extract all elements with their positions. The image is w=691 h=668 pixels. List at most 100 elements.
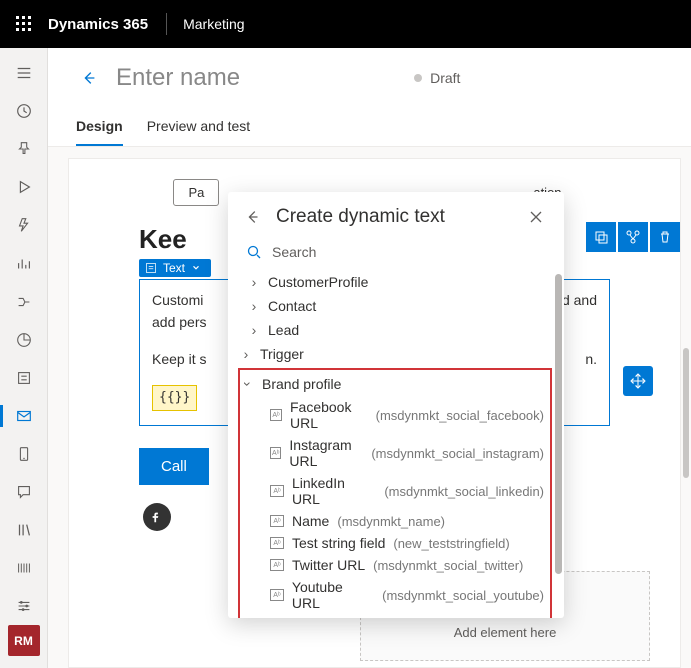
chevron-down-icon: › [240,378,256,390]
node-label: Brand profile [262,376,341,392]
selection-toolbar [586,222,680,252]
facebook-icon[interactable] [143,503,171,531]
barcode-icon[interactable] [0,549,48,587]
app-label[interactable]: Marketing [183,16,244,32]
panel-title: Create dynamic text [276,206,514,228]
field-instagram-url[interactable]: AᵇInstagram URL (msdynmkt_social_instagr… [240,434,550,472]
body-line1-left: Customi [152,290,203,312]
chat-icon[interactable] [0,473,48,511]
close-icon[interactable] [526,207,546,227]
field-test-string[interactable]: Aᵇ Test string field (new_teststringfield… [240,532,550,554]
avatar[interactable]: RM [8,625,40,655]
node-lead[interactable]: › Lead [234,318,558,342]
delete-icon[interactable] [650,222,680,252]
email-heading-left: Kee [139,224,187,255]
field-tech: (msdynmkt_social_youtube) [382,588,544,603]
field-label: Instagram URL [289,437,363,469]
form-icon[interactable] [0,359,48,397]
field-icon: Aᵇ [270,409,282,421]
body-line3-left: Keep it s [152,349,206,371]
brand-profile-highlight: › Brand profile Aᵇ Facebook URL (msdynmkt_… [238,368,552,618]
field-youtube-url[interactable]: Aᵇ Youtube URL (msdynmkt_social_youtube) [240,576,550,614]
move-handle-icon[interactable] [623,366,653,396]
trigger-icon[interactable] [0,206,48,244]
add-element-label: Add element here [454,625,557,640]
field-linkedin-url[interactable]: Aᵇ LinkedIn URL (msdynmkt_social_linkedin… [240,472,550,510]
node-label: Lead [268,322,299,338]
tab-bar: Design Preview and test [76,110,663,146]
field-label: LinkedIn URL [292,475,376,507]
node-brand-profile[interactable]: › Brand profile [240,372,550,396]
analytics-icon[interactable] [0,244,48,282]
text-element-badge[interactable]: Text [139,259,211,277]
node-trigger[interactable]: › Trigger [234,342,558,366]
search-input[interactable] [272,244,546,260]
chevron-right-icon: › [248,298,260,314]
canvas-button-left[interactable]: Pa [173,179,219,206]
page-header: Enter name Draft Design Preview and test [48,48,691,147]
left-nav-rail: RM [0,48,48,668]
panel-search[interactable] [228,240,564,270]
chevron-down-icon [191,263,201,273]
dynamic-token[interactable]: {{}} [152,385,197,411]
node-customer-profile[interactable]: › CustomerProfile [234,270,558,294]
page-title[interactable]: Enter name [116,64,240,92]
text-badge-label: Text [163,261,185,275]
field-icon: Aᵇ [270,447,281,459]
field-icon: Aᵇ [270,537,284,549]
field-icon: Aᵇ [270,559,284,571]
status-label: Draft [430,70,460,86]
field-label: Facebook URL [290,399,368,431]
recent-icon[interactable] [0,92,48,130]
field-icon: Aᵇ [270,515,284,527]
search-icon [246,244,262,260]
field-tech: (msdynmkt_name) [337,514,445,529]
mobile-icon[interactable] [0,435,48,473]
email-icon[interactable] [0,397,48,435]
body-line3-right: n. [585,349,597,371]
chevron-right-icon: › [240,346,252,362]
status-dot-icon [414,74,422,82]
scrollbar-thumb[interactable] [683,348,689,478]
field-tech: (msdynmkt_social_facebook) [376,408,544,423]
field-icon: Aᵇ [270,485,284,497]
chevron-right-icon: › [248,274,260,290]
field-name[interactable]: Aᵇ Name (msdynmkt_name) [240,510,550,532]
status-badge: Draft [414,70,460,86]
field-tech: (new_teststringfield) [393,536,509,551]
field-tree: ›CustomerProfile ›Contact ›Lead ›Trigger… [228,270,564,618]
copy-icon[interactable] [586,222,616,252]
field-facebook-url[interactable]: Aᵇ Facebook URL (msdynmkt_social_facebook… [240,396,550,434]
brand-divider [166,13,167,35]
back-arrow-icon[interactable] [76,65,102,91]
panel-back-icon[interactable] [242,206,264,228]
chevron-right-icon: › [248,322,260,338]
field-label: Name [292,513,329,529]
branch-icon[interactable] [618,222,648,252]
node-label: CustomerProfile [268,274,368,290]
field-icon: Aᵇ [270,589,284,601]
cta-button[interactable]: Call [139,448,209,485]
pin-icon[interactable] [0,130,48,168]
app-launcher-icon[interactable] [8,8,40,40]
field-label: Twitter URL [292,557,365,573]
brand-label[interactable]: Dynamics 365 [48,16,148,33]
global-top-bar: Dynamics 365 Marketing [0,0,691,48]
flow-icon[interactable] [0,283,48,321]
node-label: Trigger [260,346,304,362]
field-label: Youtube URL [292,579,374,611]
tab-preview[interactable]: Preview and test [147,110,251,146]
field-twitter-url[interactable]: Aᵇ Twitter URL (msdynmkt_social_twitter) [240,554,550,576]
tab-design[interactable]: Design [76,110,123,146]
field-tech: (msdynmkt_social_twitter) [373,558,523,573]
chart-icon[interactable] [0,321,48,359]
field-tech: (msdynmkt_social_linkedin) [384,484,544,499]
settings-sliders-icon[interactable] [0,587,48,625]
dynamic-text-panel: Create dynamic text › CustomerProfile ›Co… [228,192,564,618]
node-contact[interactable]: ›Contact [234,294,558,318]
field-label: Test string field [292,535,385,551]
library-icon[interactable] [0,511,48,549]
panel-scrollbar-thumb[interactable] [555,274,562,574]
hamburger-icon[interactable] [0,54,48,92]
play-icon[interactable] [0,168,48,206]
